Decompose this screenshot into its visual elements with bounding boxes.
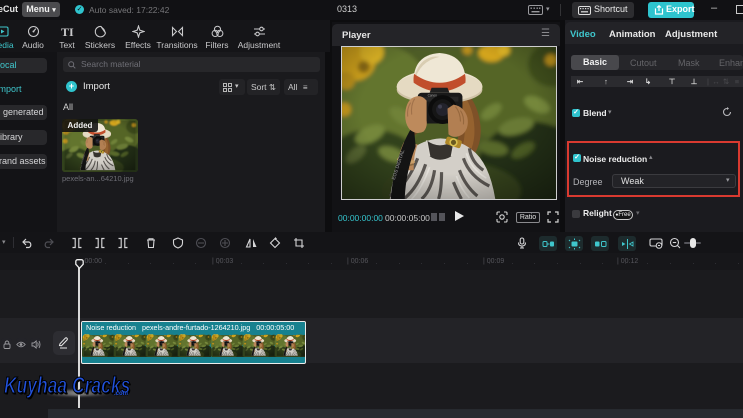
svg-text:TI: TI [61, 25, 74, 38]
